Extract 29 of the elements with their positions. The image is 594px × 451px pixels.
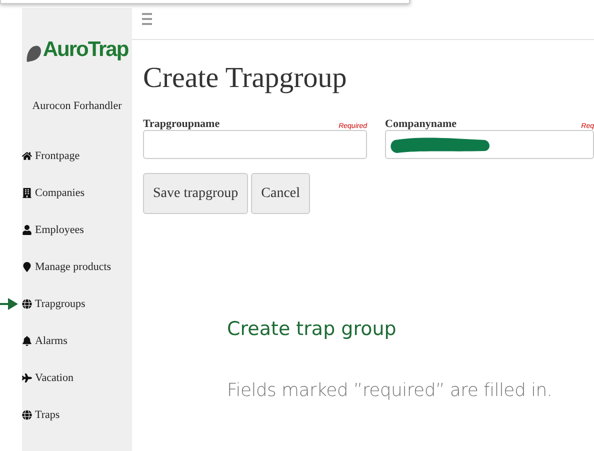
field-label: Companyname (385, 118, 457, 130)
save-button[interactable]: Save trapgroup (143, 173, 248, 214)
input-field[interactable] (385, 130, 594, 159)
logo-text: AuroTrap (42, 38, 128, 62)
nav-item[interactable]: Companies (22, 185, 132, 201)
nav-icon (22, 410, 32, 420)
nav-item[interactable]: Frontpage (22, 148, 132, 164)
account-name: Aurocon Forhandler (32, 100, 122, 112)
nav-item[interactable]: Alarms (22, 333, 132, 349)
field-label: Trapgroupname (143, 118, 220, 130)
nav-icon (22, 225, 32, 235)
nav-icon (22, 188, 32, 198)
nav-icon (22, 336, 32, 346)
cancel-button[interactable]: Cancel (251, 173, 310, 214)
nav-item[interactable]: Employees (22, 222, 132, 238)
pointer-arrow (0, 297, 18, 311)
nav-icon (22, 299, 32, 309)
menu-icon[interactable] (142, 13, 152, 25)
input-field[interactable] (143, 130, 367, 159)
nav-item[interactable]: Trapgroups (22, 296, 132, 312)
nav-icon (22, 262, 32, 272)
page-title: Create Trapgroup (143, 62, 348, 95)
nav-icon (22, 373, 32, 383)
help-heading: Create trap group (227, 318, 398, 340)
nav-icon (22, 151, 32, 161)
nav-item[interactable]: Manage products (22, 259, 132, 275)
nav-item[interactable]: Vacation (22, 370, 132, 386)
nav-item[interactable]: Traps (22, 407, 132, 423)
help-text: Fields marked ”required” are filled in. (227, 380, 554, 401)
